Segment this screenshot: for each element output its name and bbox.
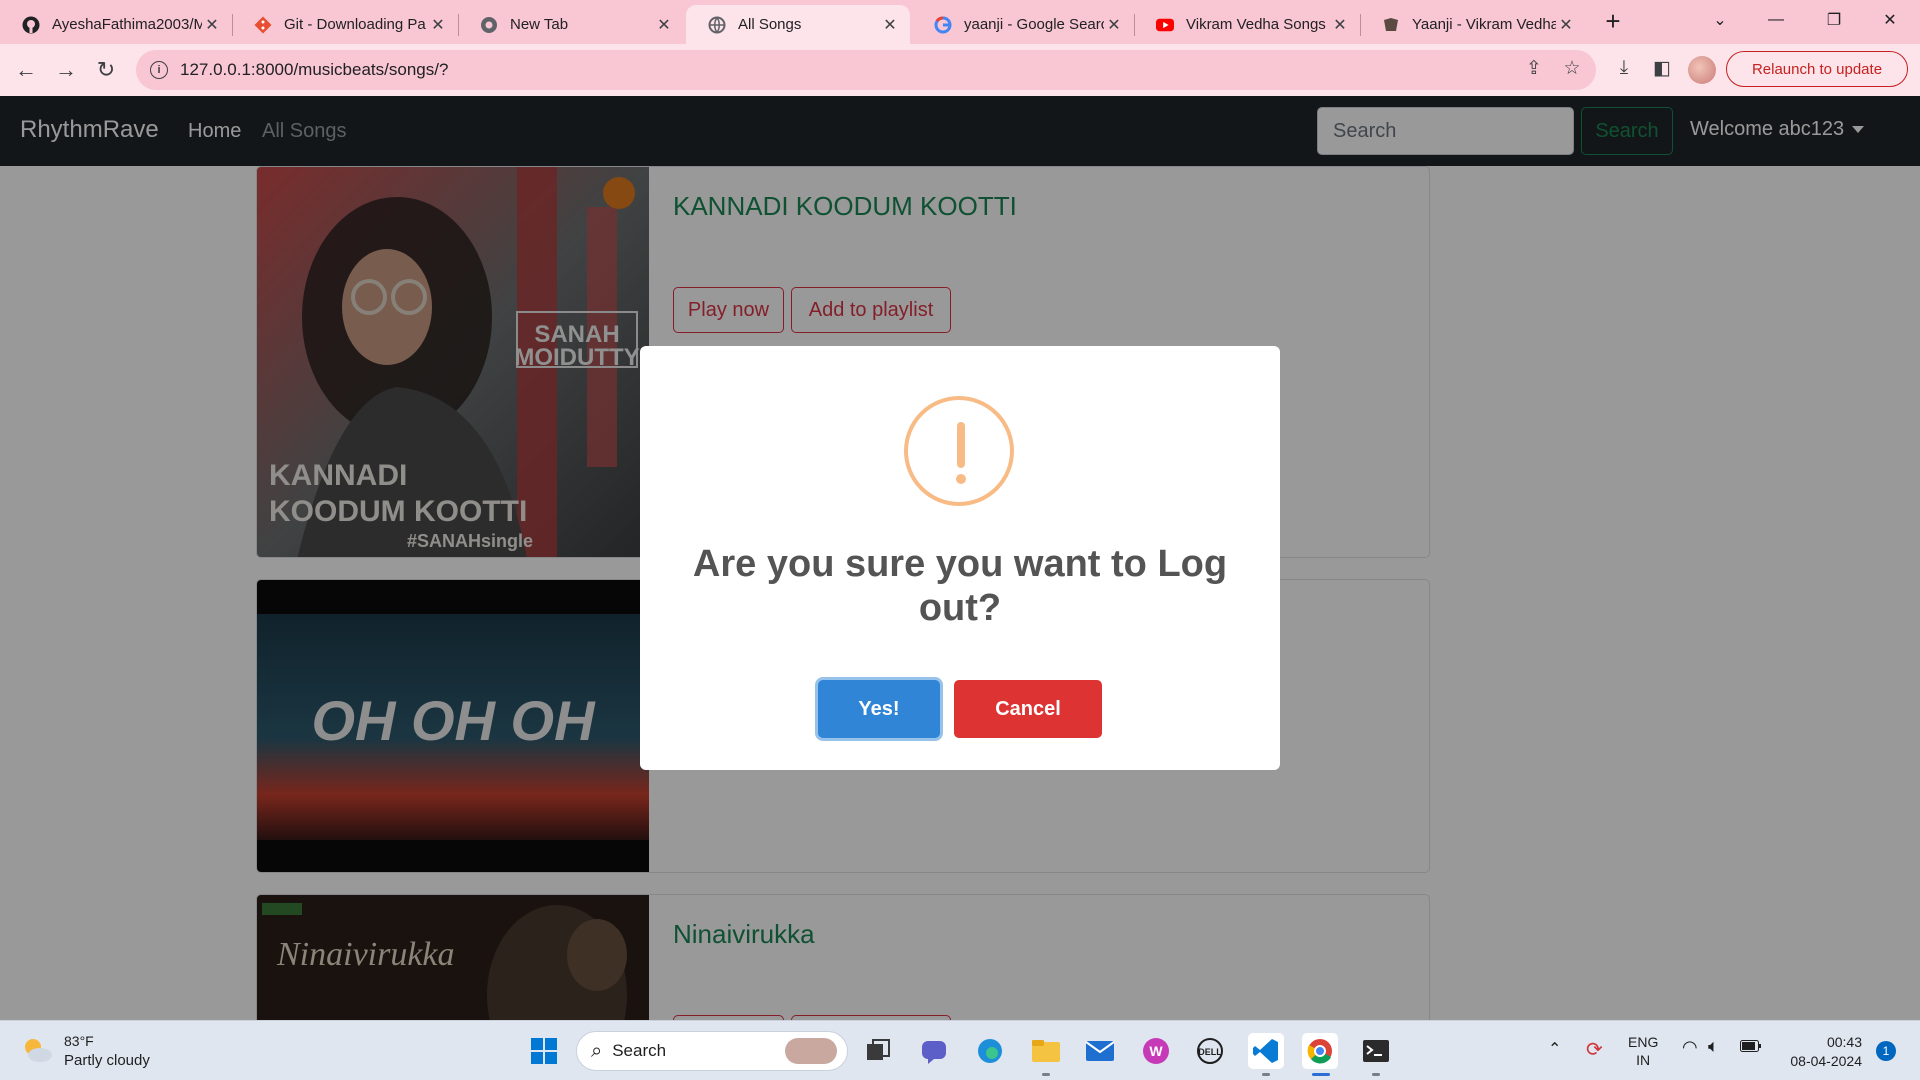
lang-bottom: IN: [1636, 1052, 1651, 1068]
cancel-button[interactable]: Cancel: [954, 680, 1102, 738]
back-icon[interactable]: ←: [10, 54, 42, 86]
browser-toolbar: ← → ↻ i 127.0.0.1:8000/musicbeats/songs/…: [0, 44, 1920, 96]
wps-office-icon[interactable]: W: [1138, 1033, 1174, 1069]
window-close-icon[interactable]: ✕: [1870, 0, 1910, 40]
browser-tab-all-songs[interactable]: All Songs ✕: [686, 5, 910, 44]
weather-temperature[interactable]: 83°F: [64, 1033, 94, 1049]
new-tab-button[interactable]: +: [1598, 6, 1628, 36]
chrome-taskbar-icon[interactable]: [1302, 1033, 1338, 1069]
clock-time: 00:43: [1826, 1034, 1862, 1050]
svg-text:W: W: [1149, 1043, 1163, 1059]
reload-icon[interactable]: ↻: [90, 54, 122, 86]
browser-tab-github[interactable]: AyeshaFathima2003/M ✕: [0, 5, 232, 44]
browser-tab-google-search[interactable]: yaanji - Google Searc ✕: [912, 5, 1134, 44]
bookmark-star-icon[interactable]: ☆: [1556, 52, 1588, 84]
windows-start-icon[interactable]: [526, 1033, 562, 1069]
close-icon[interactable]: ✕: [428, 15, 448, 35]
tab-search-icon[interactable]: ⌄: [1700, 0, 1740, 40]
windows-taskbar: 83°F Partly cloudy ⌕ Search W DELL ⌃ ⟳ E…: [0, 1020, 1920, 1080]
minimize-icon[interactable]: —: [1756, 0, 1796, 40]
tab-title: Vikram Vedha Songs |: [1186, 16, 1330, 33]
forward-icon[interactable]: →: [50, 54, 82, 86]
edge-browser-icon[interactable]: [972, 1033, 1008, 1069]
teams-chat-icon[interactable]: [916, 1033, 952, 1069]
terminal-icon[interactable]: [1358, 1033, 1394, 1069]
lang-top: ENG: [1628, 1034, 1659, 1050]
site-icon: [1382, 16, 1400, 34]
show-hidden-icons[interactable]: ⌃: [1548, 1039, 1561, 1059]
github-icon: [22, 16, 40, 34]
close-icon[interactable]: ✕: [1556, 15, 1576, 35]
tab-title: yaanji - Google Searc: [964, 16, 1104, 33]
dell-icon[interactable]: DELL: [1192, 1033, 1228, 1069]
confirm-yes-button[interactable]: Yes!: [818, 680, 940, 738]
close-icon[interactable]: ✕: [654, 15, 674, 35]
close-icon[interactable]: ✕: [1104, 15, 1124, 35]
browser-tabstrip: AyeshaFathima2003/M ✕ Git - Downloading …: [0, 0, 1920, 44]
site-info-icon[interactable]: i: [150, 61, 168, 79]
browser-tab-youtube[interactable]: Vikram Vedha Songs | ✕: [1134, 5, 1360, 44]
taskbar-search-label: Search: [612, 1041, 667, 1060]
youtube-icon: [1156, 16, 1174, 34]
clock-date: 08-04-2024: [1790, 1053, 1862, 1069]
search-highlight-icon: [785, 1038, 837, 1064]
language-indicator[interactable]: ENG IN: [1628, 1033, 1658, 1069]
file-explorer-icon[interactable]: [1028, 1033, 1064, 1069]
task-view-icon[interactable]: [860, 1033, 896, 1069]
address-url: 127.0.0.1:8000/musicbeats/songs/?: [180, 60, 449, 79]
wifi-icon[interactable]: ◠: [1682, 1037, 1698, 1058]
vscode-icon[interactable]: [1248, 1033, 1284, 1069]
relaunch-button[interactable]: Relaunch to update: [1726, 51, 1908, 87]
side-panel-icon[interactable]: ◧: [1646, 52, 1678, 84]
clock[interactable]: 00:43 08-04-2024: [1782, 1033, 1862, 1071]
browser-tab-git[interactable]: Git - Downloading Pa ✕: [232, 5, 458, 44]
svg-text:DELL: DELL: [1198, 1047, 1222, 1057]
battery-icon[interactable]: [1740, 1039, 1762, 1055]
tab-title: AyeshaFathima2003/M: [52, 16, 202, 33]
tab-title: New Tab: [510, 16, 569, 33]
search-icon: ⌕: [591, 1039, 603, 1062]
git-icon: [254, 16, 272, 34]
globe-icon: [708, 16, 726, 34]
tab-title: All Songs: [738, 16, 802, 33]
warning-icon: [904, 396, 1014, 506]
google-icon: [934, 16, 952, 34]
browser-tab-yaanji[interactable]: Yaanji - Vikram Vedha ✕: [1360, 5, 1586, 44]
tab-title: Git - Downloading Pa: [284, 16, 426, 33]
close-icon[interactable]: ✕: [1330, 15, 1350, 35]
mail-icon[interactable]: [1082, 1033, 1118, 1069]
profile-avatar[interactable]: [1688, 56, 1716, 84]
taskbar-search[interactable]: ⌕ Search: [576, 1031, 848, 1071]
weather-description[interactable]: Partly cloudy: [64, 1052, 150, 1069]
browser-tab-new-tab[interactable]: New Tab ✕: [458, 5, 684, 44]
restore-icon[interactable]: ❐: [1814, 0, 1854, 40]
notification-badge[interactable]: 1: [1876, 1041, 1896, 1061]
tab-title: Yaanji - Vikram Vedha: [1412, 16, 1556, 33]
logout-confirm-dialog: Are you sure you want to Log out? Yes! C…: [640, 346, 1280, 770]
share-icon[interactable]: ⇪: [1518, 52, 1550, 84]
dialog-title: Are you sure you want to Log out?: [692, 543, 1228, 629]
volume-icon[interactable]: 🔈︎: [1708, 1036, 1719, 1057]
address-bar[interactable]: i 127.0.0.1:8000/musicbeats/songs/?: [136, 50, 1596, 90]
download-icon[interactable]: ⤓: [1608, 52, 1640, 84]
notification-count: 1: [1882, 1044, 1890, 1058]
sync-icon[interactable]: ⟳: [1586, 1037, 1603, 1062]
weather-partly-cloudy-icon[interactable]: [20, 1035, 54, 1065]
chrome-icon: [480, 16, 498, 34]
close-icon[interactable]: ✕: [202, 15, 222, 35]
close-icon[interactable]: ✕: [880, 15, 900, 35]
